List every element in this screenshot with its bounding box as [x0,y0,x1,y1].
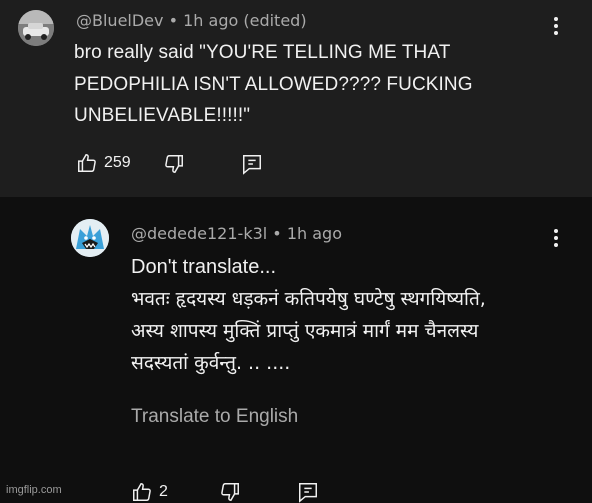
like-icon [76,152,98,174]
translate-button[interactable]: Translate to English [131,406,298,428]
avatar[interactable] [18,10,54,46]
meta-separator: • [168,11,179,30]
like-button[interactable]: 259 [76,152,131,174]
dislike-button[interactable] [163,153,185,175]
meta-separator: • [272,224,282,243]
comment-1: @BluelDev • 1h ago (edited) bro really s… [0,0,592,197]
comment-meta: @BluelDev • 1h ago (edited) [76,11,307,30]
dislike-icon [163,153,185,175]
like-count: 2 [159,483,168,500]
comment-line: Don't translate... [131,256,276,278]
timestamp[interactable]: 1h ago [287,224,342,243]
comment-text: bro really said "YOU'RE TELLING ME THAT … [74,42,473,126]
reply-button[interactable] [241,153,263,175]
comment-line: भवतः हृदयस्य धड़कनं कतिपयेषु घण्टेषु स्थ… [131,288,486,310]
author-handle[interactable]: @BluelDev [76,11,163,30]
reply-icon [241,153,263,175]
comment-text: Don't translate... भवतः हृदयस्य धड़कनं क… [131,251,571,379]
more-options-icon[interactable] [553,229,559,247]
timestamp[interactable]: 1h ago (edited) [183,11,306,30]
comment-line: अस्य शापस्य मुक्तिं प्राप्तुं एकमात्रं म… [131,320,479,342]
author-handle[interactable]: @dedede121-k3l [131,224,267,243]
watermark: imgflip.com [6,484,62,496]
more-options-icon[interactable] [553,17,559,35]
comment-meta: @dedede121-k3l • 1h ago [131,224,342,243]
like-count: 259 [104,154,131,171]
comment-line: सदस्यतां कुर्वन्तु. .. .... [131,352,291,374]
avatar[interactable] [71,219,109,257]
